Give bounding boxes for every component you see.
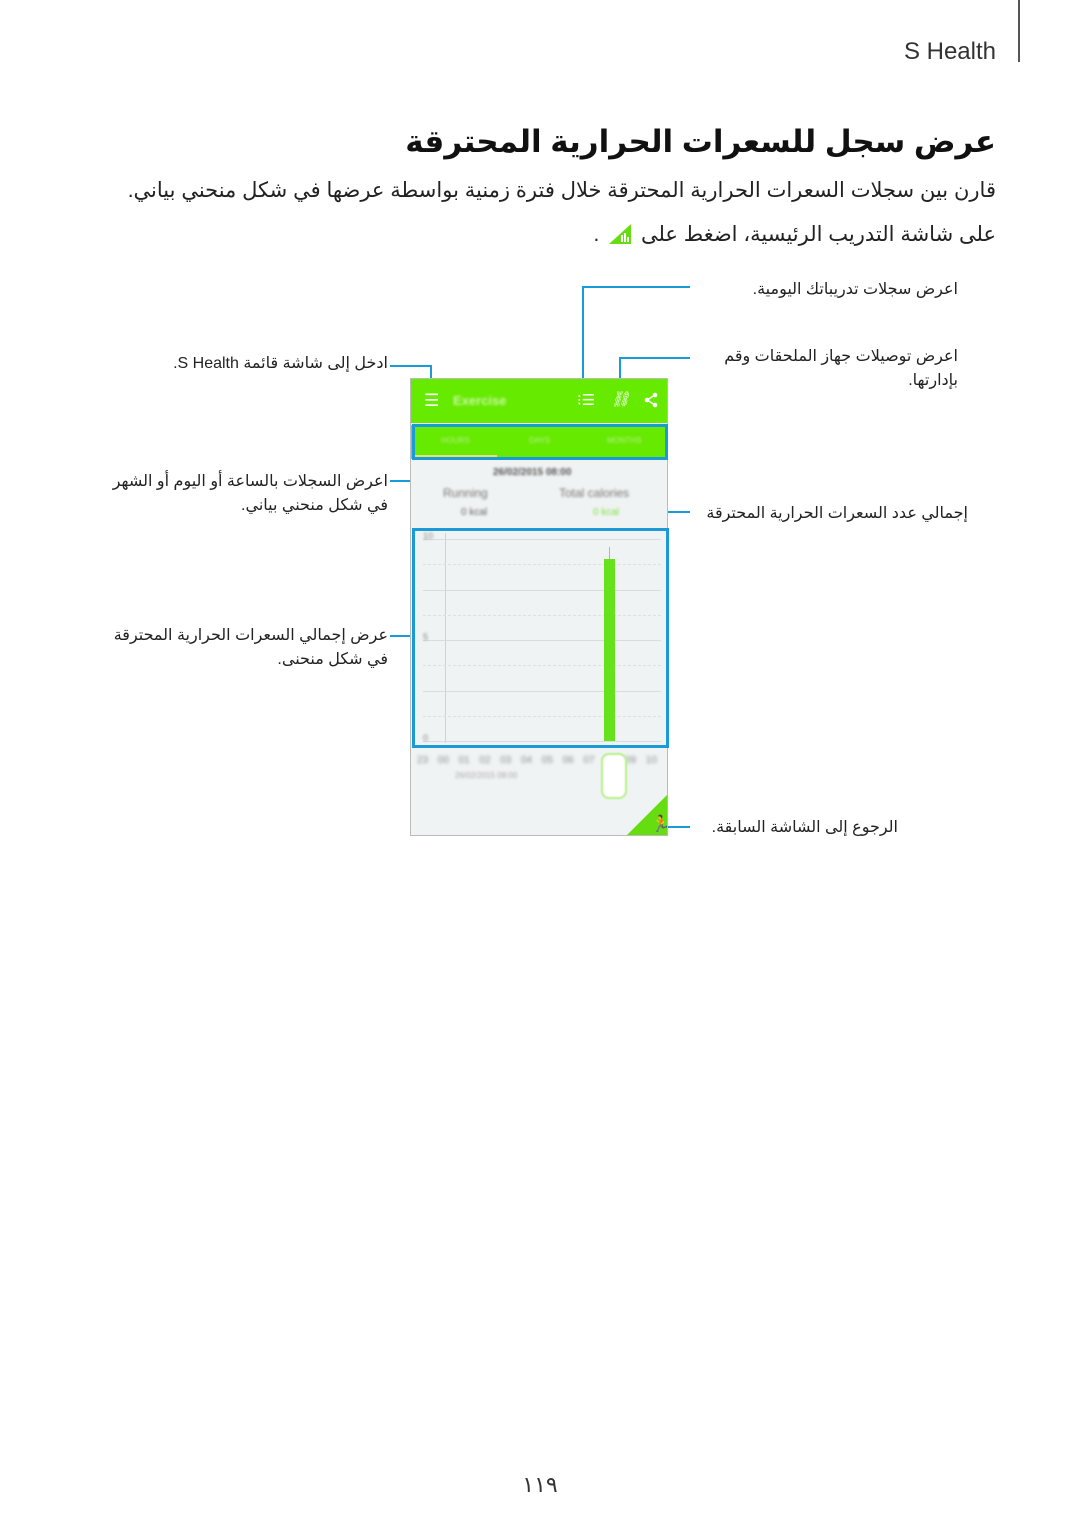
- chart-date-label: 26/02/2015 08:00: [455, 771, 518, 780]
- x-tick-label[interactable]: 03: [500, 755, 511, 766]
- callout-total-calories: إجمالي عدد السعرات الحرارية المحترقة: [706, 505, 968, 522]
- y-tick-label: 5: [423, 632, 429, 642]
- app-bar: ☰ Exercise ⁝☰ ⛓: [411, 379, 667, 423]
- gridline: [423, 589, 661, 591]
- list-icon[interactable]: ⁝☰: [577, 391, 595, 409]
- callout-graph: عرض إجمالي السعرات الحرارية المحترقة في …: [113, 627, 388, 668]
- chart-bar: [604, 559, 616, 741]
- gridline: [423, 741, 661, 742]
- chart-bar-stem: [609, 547, 611, 560]
- leader-line: [668, 826, 690, 828]
- callout-period-tabs: اعرض السجلات بالساعة أو اليوم أو الشهر ف…: [112, 473, 388, 514]
- leader-line: [582, 286, 584, 390]
- x-tick-label[interactable]: 04: [521, 755, 532, 766]
- exercise-type: Running: [443, 486, 488, 500]
- menu-icon[interactable]: ☰: [424, 391, 439, 411]
- phone-screenshot: ☰ Exercise ⁝☰ ⛓ HOURS DAYS MONTHS 26/02/…: [410, 378, 669, 836]
- instruction-paragraph: على شاشة التدريب الرئيسية، اضغط على .: [593, 222, 996, 247]
- gridline-minor: [423, 614, 661, 616]
- calorie-chart: 10 5 0: [415, 529, 665, 747]
- gridline: [423, 640, 661, 641]
- y-tick-label: 0: [423, 733, 429, 743]
- selected-hour-marker[interactable]: [601, 753, 627, 799]
- exercise-value: 0 kcal: [461, 507, 488, 518]
- record-date: 26/02/2015 08:00: [493, 467, 572, 478]
- section-title: عرض سجل للسعرات الحرارية المحترقة: [405, 124, 996, 159]
- x-tick-label[interactable]: 06: [563, 755, 574, 766]
- share-icon[interactable]: [644, 392, 658, 408]
- instruction-period: .: [593, 223, 600, 246]
- total-calories-value: 0 kcal: [593, 507, 620, 518]
- x-tick-label[interactable]: 05: [542, 755, 553, 766]
- link-icon[interactable]: ⛓: [611, 390, 630, 408]
- total-calories-label: Total calories: [559, 486, 630, 500]
- back-button[interactable]: 🏃: [627, 795, 667, 835]
- x-tick-label[interactable]: 23: [417, 755, 428, 766]
- instruction-text: على شاشة التدريب الرئيسية، اضغط على: [640, 223, 996, 246]
- y-tick-label: 10: [423, 531, 434, 541]
- intro-paragraph: قارن بين سجلات السعرات الحرارية المحترقة…: [127, 179, 996, 202]
- gridline-minor: [423, 665, 661, 667]
- leader-line: [619, 357, 690, 359]
- callout-accessories: اعرض توصيلات جهاز الملحقات وقم بإدارتها.: [724, 348, 958, 389]
- callout-menu: ادخل إلى شاشة قائمة S Health.: [173, 355, 388, 372]
- leader-line: [390, 635, 412, 637]
- callout-back: الرجوع إلى الشاشة السابقة.: [711, 819, 898, 836]
- x-tick-label[interactable]: 07: [583, 755, 594, 766]
- callout-daily-records: اعرض سجلات تدريباتك اليومية.: [752, 281, 958, 298]
- chart-triangle-icon: [609, 224, 632, 244]
- leader-line: [390, 365, 432, 367]
- gridline-minor: [423, 564, 661, 566]
- gridline: [423, 539, 661, 540]
- gridline: [423, 690, 661, 692]
- gridline-minor: [423, 715, 661, 717]
- x-tick-label[interactable]: 00: [438, 755, 449, 766]
- page-number: ١١٩: [522, 1472, 558, 1497]
- x-tick-label[interactable]: 02: [479, 755, 490, 766]
- app-title: Exercise: [453, 393, 507, 408]
- tabs-highlight: [412, 424, 668, 460]
- leader-line: [582, 286, 690, 288]
- x-tick-label[interactable]: 01: [459, 755, 470, 766]
- header-divider: [1018, 0, 1020, 62]
- chapter-title: S Health: [903, 38, 996, 65]
- running-icon: 🏃: [651, 814, 667, 833]
- x-tick-label[interactable]: 10: [646, 755, 657, 766]
